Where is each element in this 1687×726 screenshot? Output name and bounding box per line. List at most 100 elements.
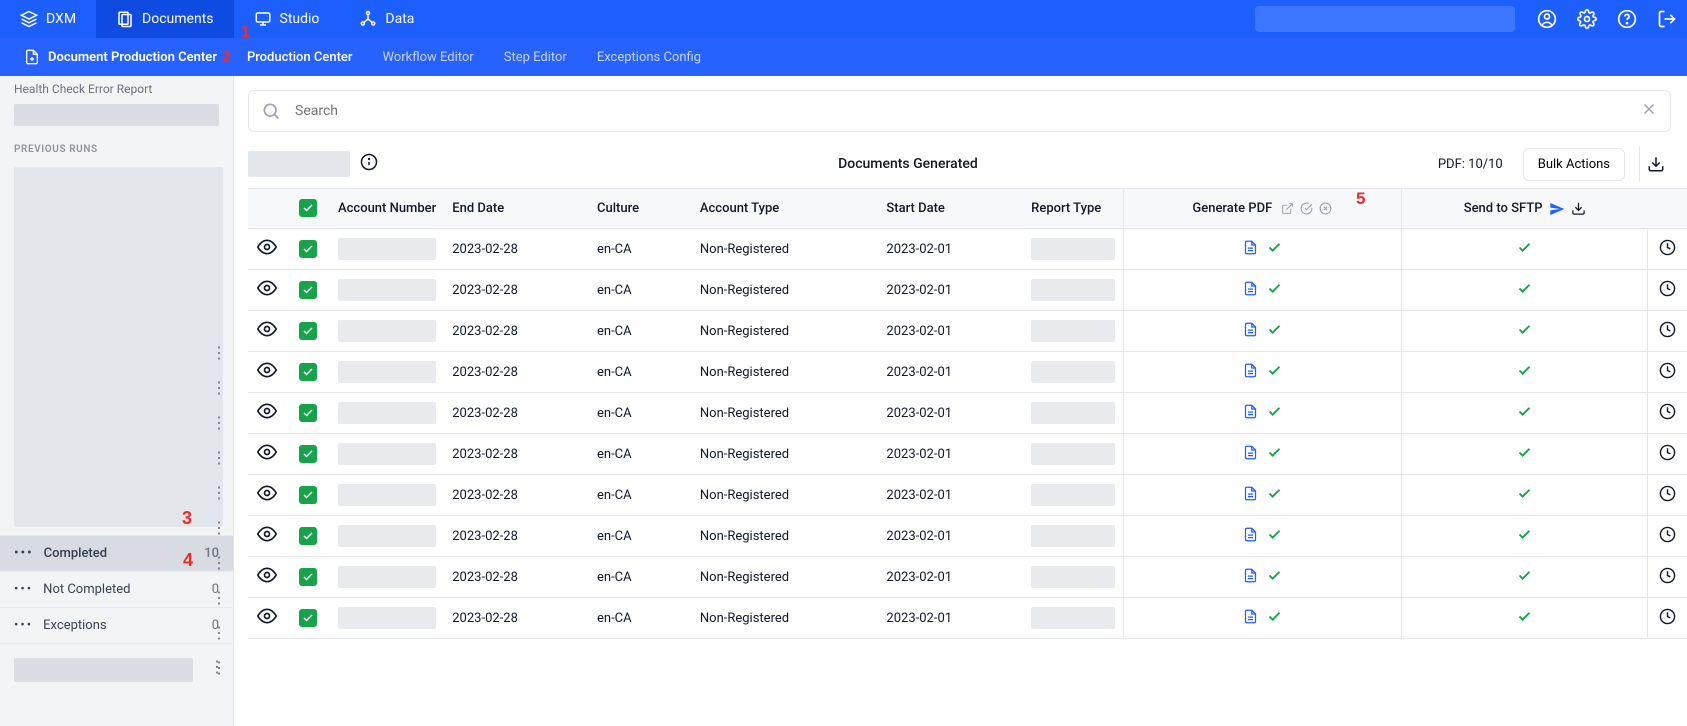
history-button[interactable] xyxy=(1659,286,1676,301)
status-not-completed[interactable]: ••• Not Completed 0 xyxy=(0,571,233,607)
preview-button[interactable] xyxy=(257,246,277,261)
pdf-file-button[interactable] xyxy=(1243,531,1258,546)
logout-button[interactable] xyxy=(1647,0,1687,38)
tab-step-editor[interactable]: Step Editor xyxy=(504,50,567,65)
file-icon xyxy=(1243,404,1258,419)
nav-documents[interactable]: Documents xyxy=(96,0,233,38)
pdf-file-button[interactable] xyxy=(1243,244,1258,259)
row-checkbox[interactable] xyxy=(299,486,317,504)
row-checkbox[interactable] xyxy=(299,404,317,422)
pdf-file-button[interactable] xyxy=(1243,285,1258,300)
history-button[interactable] xyxy=(1659,245,1676,260)
row-checkbox[interactable] xyxy=(299,445,317,463)
nav-data[interactable]: Data xyxy=(339,0,434,38)
th-end-date[interactable]: End Date xyxy=(444,189,589,229)
cell-send-sftp xyxy=(1402,475,1647,516)
row-checkbox[interactable] xyxy=(299,527,317,545)
th-account-number[interactable]: Account Number xyxy=(330,189,444,229)
run-item-menu[interactable]: ⋮ xyxy=(211,448,227,467)
check-icon xyxy=(1517,363,1532,378)
check-icon xyxy=(1267,568,1282,583)
run-item-menu[interactable]: ⋮ xyxy=(211,413,227,432)
history-button[interactable] xyxy=(1659,573,1676,588)
tab-workflow-editor[interactable]: Workflow Editor xyxy=(382,50,473,65)
row-checkbox[interactable] xyxy=(299,363,317,381)
history-button[interactable] xyxy=(1659,368,1676,383)
preview-button[interactable] xyxy=(257,410,277,425)
row-checkbox[interactable] xyxy=(299,568,317,586)
pdf-file-button[interactable] xyxy=(1243,326,1258,341)
send-icon xyxy=(1549,201,1565,217)
info-button[interactable] xyxy=(360,153,378,175)
help-button[interactable] xyxy=(1607,0,1647,38)
preview-button[interactable] xyxy=(257,451,277,466)
bulk-actions-button[interactable]: Bulk Actions xyxy=(1523,148,1625,181)
th-culture[interactable]: Culture xyxy=(589,189,692,229)
run-item-menu[interactable]: ⋮ xyxy=(211,553,227,572)
pdf-file-button[interactable] xyxy=(1243,490,1258,505)
pdf-file-button[interactable] xyxy=(1243,408,1258,423)
row-checkbox[interactable] xyxy=(299,322,317,340)
history-button[interactable] xyxy=(1659,450,1676,465)
run-item-menu[interactable]: ⋮ xyxy=(211,588,227,607)
preview-button[interactable] xyxy=(257,615,277,630)
tab-exceptions-config[interactable]: Exceptions Config xyxy=(597,50,701,65)
preview-button[interactable] xyxy=(257,574,277,589)
preview-button[interactable] xyxy=(257,369,277,384)
cell-end-date: 2023-02-28 xyxy=(444,393,589,434)
history-button[interactable] xyxy=(1659,532,1676,547)
table-row: 2023-02-28 en-CA Non-Registered 2023-02-… xyxy=(248,475,1687,516)
cell-generate-pdf xyxy=(1123,229,1402,270)
cell-account-type: Non-Registered xyxy=(692,516,879,557)
global-search[interactable] xyxy=(1255,6,1515,32)
cell-generate-pdf xyxy=(1123,598,1402,639)
status-label: Not Completed xyxy=(43,582,130,597)
run-item-menu[interactable]: ⋮ xyxy=(211,378,227,397)
search-input[interactable] xyxy=(293,102,1628,120)
clear-search-button[interactable] xyxy=(1640,100,1658,122)
clock-icon xyxy=(1659,526,1676,543)
preview-button[interactable] xyxy=(257,287,277,302)
th-report-type[interactable]: Report Type xyxy=(1023,189,1123,229)
download-all-button[interactable] xyxy=(1639,146,1671,182)
row-checkbox[interactable] xyxy=(299,609,317,627)
row-checkbox[interactable] xyxy=(299,240,317,258)
status-completed[interactable]: ••• Completed 10 xyxy=(0,535,233,571)
preview-button[interactable] xyxy=(257,328,277,343)
history-button[interactable] xyxy=(1659,409,1676,424)
pdf-file-button[interactable] xyxy=(1243,449,1258,464)
th-start-date[interactable]: Start Date xyxy=(878,189,1023,229)
more-icon: ••• xyxy=(14,582,33,597)
run-item-menu[interactable]: ⋮ xyxy=(211,343,227,362)
preview-button[interactable] xyxy=(257,492,277,507)
settings-button[interactable] xyxy=(1567,0,1607,38)
tab-production-center[interactable]: Production Center xyxy=(247,50,353,65)
profile-button[interactable] xyxy=(1527,0,1567,38)
status-exceptions[interactable]: ••• Exceptions 0 xyxy=(0,607,233,643)
nav-dxm[interactable]: DXM xyxy=(0,0,96,38)
pdf-file-button[interactable] xyxy=(1243,367,1258,382)
run-item-menu[interactable]: ⋮ xyxy=(211,623,227,642)
nav-studio[interactable]: Studio xyxy=(234,0,340,38)
cell-culture: en-CA xyxy=(589,229,692,270)
th-account-type[interactable]: Account Type xyxy=(692,189,879,229)
th-send-to-sftp[interactable]: Send to SFTP xyxy=(1402,189,1647,229)
cell-account-type: Non-Registered xyxy=(692,557,879,598)
preview-button[interactable] xyxy=(257,533,277,548)
run-item-menu[interactable]: ⋮ xyxy=(211,658,227,677)
pdf-file-button[interactable] xyxy=(1243,613,1258,628)
pdf-file-button[interactable] xyxy=(1243,572,1258,587)
history-button[interactable] xyxy=(1659,327,1676,342)
history-button[interactable] xyxy=(1659,491,1676,506)
cell-generate-pdf xyxy=(1123,557,1402,598)
run-item-menu[interactable]: ⋮ xyxy=(211,518,227,537)
run-item-menu[interactable]: ⋮ xyxy=(211,483,227,502)
row-checkbox[interactable] xyxy=(299,281,317,299)
sftp-status-ok xyxy=(1517,449,1532,464)
th-generate-pdf[interactable]: Generate PDF xyxy=(1123,189,1402,229)
nav-studio-label: Studio xyxy=(280,11,320,27)
cell-end-date: 2023-02-28 xyxy=(444,311,589,352)
history-button[interactable] xyxy=(1659,614,1676,629)
select-all-checkbox[interactable] xyxy=(299,199,317,217)
sidebar-placeholder-bottom xyxy=(14,658,193,682)
